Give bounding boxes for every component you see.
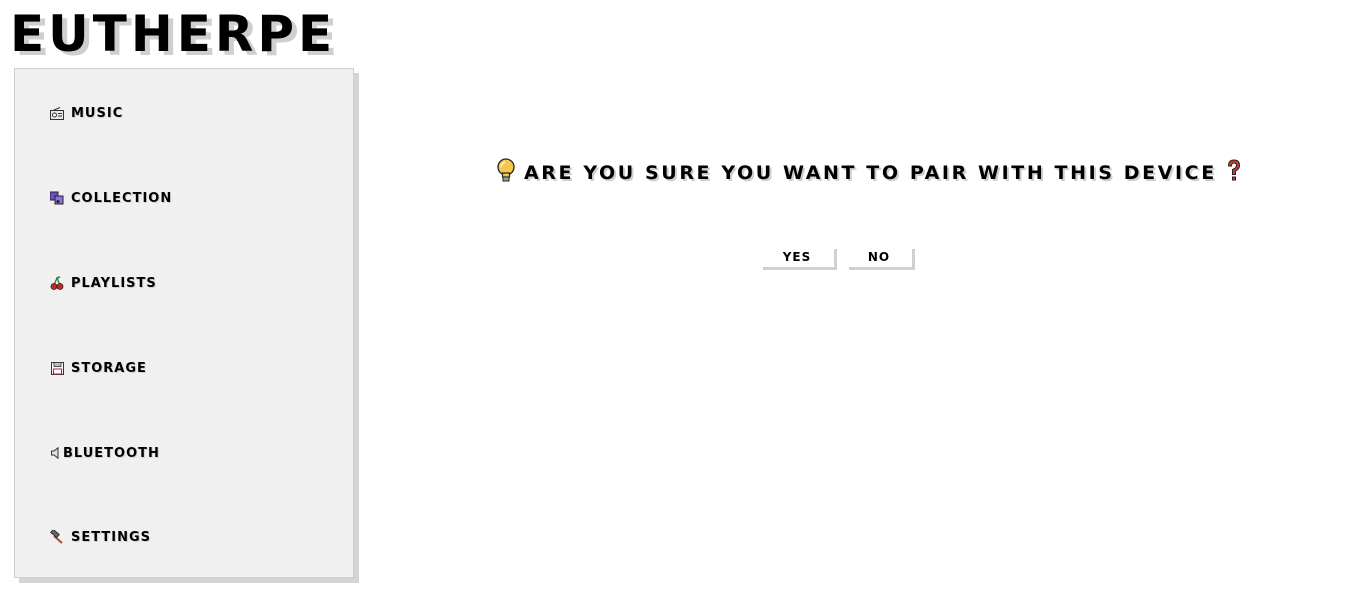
music-notes-icon <box>49 190 65 206</box>
lightbulb-icon <box>496 158 516 188</box>
sidebar-item-label: SETTINGS <box>71 529 152 545</box>
radio-icon <box>49 105 65 121</box>
sidebar-item-playlists[interactable]: PLAYLISTS <box>49 273 157 293</box>
sidebar-item-collection[interactable]: COLLECTION <box>49 188 172 208</box>
pair-confirmation-message: ARE YOU SURE YOU WANT TO PAIR WITH THIS … <box>524 162 1217 184</box>
sidebar-item-storage[interactable]: STORAGE <box>49 358 147 378</box>
floppy-disk-icon <box>49 360 65 376</box>
sidebar-item-label: COLLECTION <box>71 190 173 206</box>
question-mark-icon <box>1225 158 1243 188</box>
cherries-icon <box>49 275 65 291</box>
speaker-icon <box>49 445 61 461</box>
sidebar-item-settings[interactable]: SETTINGS <box>49 527 151 547</box>
sidebar: MUSIC COLLECTION PLAYLISTS STORAGE BLUET… <box>14 68 354 578</box>
pair-confirmation-prompt: ARE YOU SURE YOU WANT TO PAIR WITH THIS … <box>496 158 1243 188</box>
sidebar-item-music[interactable]: MUSIC <box>49 103 123 123</box>
sidebar-item-label: BLUETOOTH <box>63 445 160 461</box>
sidebar-item-label: MUSIC <box>71 105 124 121</box>
sidebar-item-bluetooth[interactable]: BLUETOOTH <box>49 443 160 463</box>
sidebar-item-label: PLAYLISTS <box>71 275 157 291</box>
no-button[interactable]: NO <box>846 246 912 267</box>
sidebar-item-label: STORAGE <box>71 360 147 376</box>
yes-button[interactable]: YES <box>760 246 834 267</box>
hammer-icon <box>49 529 65 545</box>
app-logo: EUTHERPE <box>10 5 337 63</box>
